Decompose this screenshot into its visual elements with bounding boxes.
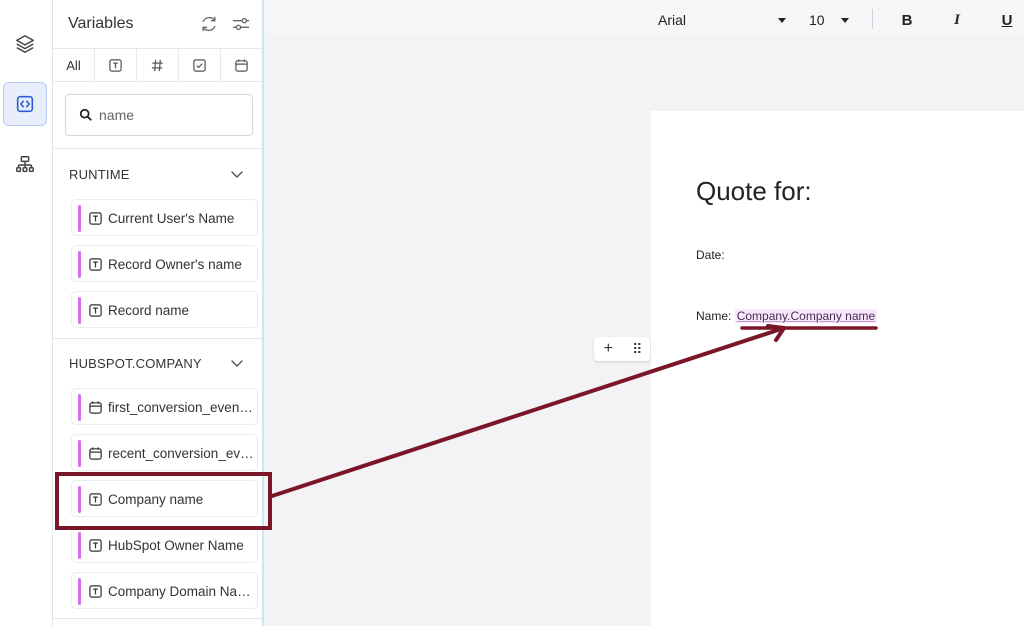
caret-down-icon[interactable] [840, 15, 850, 25]
calendar-icon [89, 447, 102, 460]
tab-boolean[interactable] [179, 49, 221, 81]
variable-accent-bar [78, 251, 81, 278]
chevron-down-icon[interactable] [229, 355, 245, 371]
number-hash-icon [151, 59, 163, 71]
toolbar-separator [872, 9, 873, 29]
variable-accent-bar [78, 297, 81, 324]
sitemap-icon [16, 156, 34, 173]
name-label: Name: [696, 309, 732, 323]
search-icon [79, 108, 92, 121]
calendar-icon [235, 58, 248, 72]
tab-all-label: All [66, 57, 81, 73]
font-family-select[interactable]: Arial [658, 12, 686, 28]
format-toolbar: Arial 10 B I U [265, 0, 1024, 38]
text-type-icon [89, 539, 102, 552]
group-divider [53, 148, 262, 149]
add-block-icon[interactable]: + [604, 340, 613, 358]
block-tools: + ⠿ [594, 337, 650, 361]
text-type-icon [89, 585, 102, 598]
group-divider [53, 618, 262, 619]
tab-all[interactable]: All [53, 49, 95, 81]
document-title[interactable]: Quote for: [696, 176, 812, 207]
panel-header: Variables [53, 0, 262, 48]
variable-label: HubSpot Owner Name [108, 538, 244, 553]
variables-button[interactable] [3, 82, 47, 126]
hierarchy-button[interactable] [3, 143, 47, 187]
refresh-icon[interactable] [199, 14, 219, 34]
text-type-icon [89, 258, 102, 271]
variable-item[interactable]: Record Owner's name [71, 245, 258, 282]
variable-item[interactable]: recent_conversion_event_name [71, 434, 258, 471]
chevron-down-icon[interactable] [229, 166, 245, 182]
variable-label: recent_conversion_event_name [108, 446, 254, 461]
document-page[interactable]: Quote for: Date: Name: Company.Company n… [651, 111, 1024, 626]
variable-label: Record Owner's name [108, 257, 242, 272]
caret-down-icon[interactable] [777, 15, 787, 25]
search-box[interactable] [65, 94, 253, 136]
variable-accent-bar [78, 440, 81, 467]
variable-accent-bar [78, 394, 81, 421]
highlight-box [55, 472, 272, 530]
variable-type-tabs: All [53, 48, 262, 82]
inserted-variable-chip[interactable]: Company.Company name [734, 309, 878, 323]
variable-label: Record name [108, 303, 190, 318]
group-title-hubspot-company: HUBSPOT.COMPANY [69, 356, 202, 371]
variable-accent-bar [78, 532, 81, 559]
variable-accent-bar [78, 205, 81, 232]
text-type-icon [109, 58, 122, 72]
tab-number[interactable] [137, 49, 179, 81]
date-line[interactable]: Date: [696, 248, 725, 262]
group-title-runtime: RUNTIME [69, 167, 130, 182]
group-divider [53, 338, 262, 339]
variable-label: first_conversion_event_name [108, 400, 254, 415]
bold-button[interactable]: B [896, 9, 918, 31]
tab-text[interactable] [95, 49, 137, 81]
checkbox-icon [193, 58, 206, 72]
layers-icon [16, 35, 34, 53]
variables-panel: Variables All RUNTIME Current User's Nam… [53, 0, 264, 626]
variable-item[interactable]: Current User's Name [71, 199, 258, 236]
text-type-icon [89, 304, 102, 317]
drag-handle-icon[interactable]: ⠿ [632, 341, 642, 358]
variable-item[interactable]: first_conversion_event_name [71, 388, 258, 425]
layers-button[interactable] [3, 22, 47, 66]
variable-accent-bar [78, 578, 81, 605]
variable-label: Company Domain Name [108, 584, 254, 599]
name-line[interactable]: Name: Company.Company name [696, 309, 878, 323]
italic-button[interactable]: I [946, 9, 968, 31]
text-type-icon [89, 212, 102, 225]
tab-date[interactable] [221, 49, 262, 81]
search-input[interactable] [99, 107, 239, 123]
left-rail [0, 0, 53, 626]
variable-label: Current User's Name [108, 211, 235, 226]
panel-title: Variables [68, 15, 134, 32]
code-brackets-icon [16, 95, 34, 113]
font-size-select[interactable]: 10 [809, 12, 825, 28]
filter-settings-icon[interactable] [231, 14, 251, 34]
underline-button[interactable]: U [996, 9, 1018, 31]
variable-item[interactable]: Record name [71, 291, 258, 328]
variable-item[interactable]: Company Domain Name [71, 572, 258, 609]
calendar-icon [89, 401, 102, 414]
variable-item[interactable]: HubSpot Owner Name [71, 526, 258, 563]
